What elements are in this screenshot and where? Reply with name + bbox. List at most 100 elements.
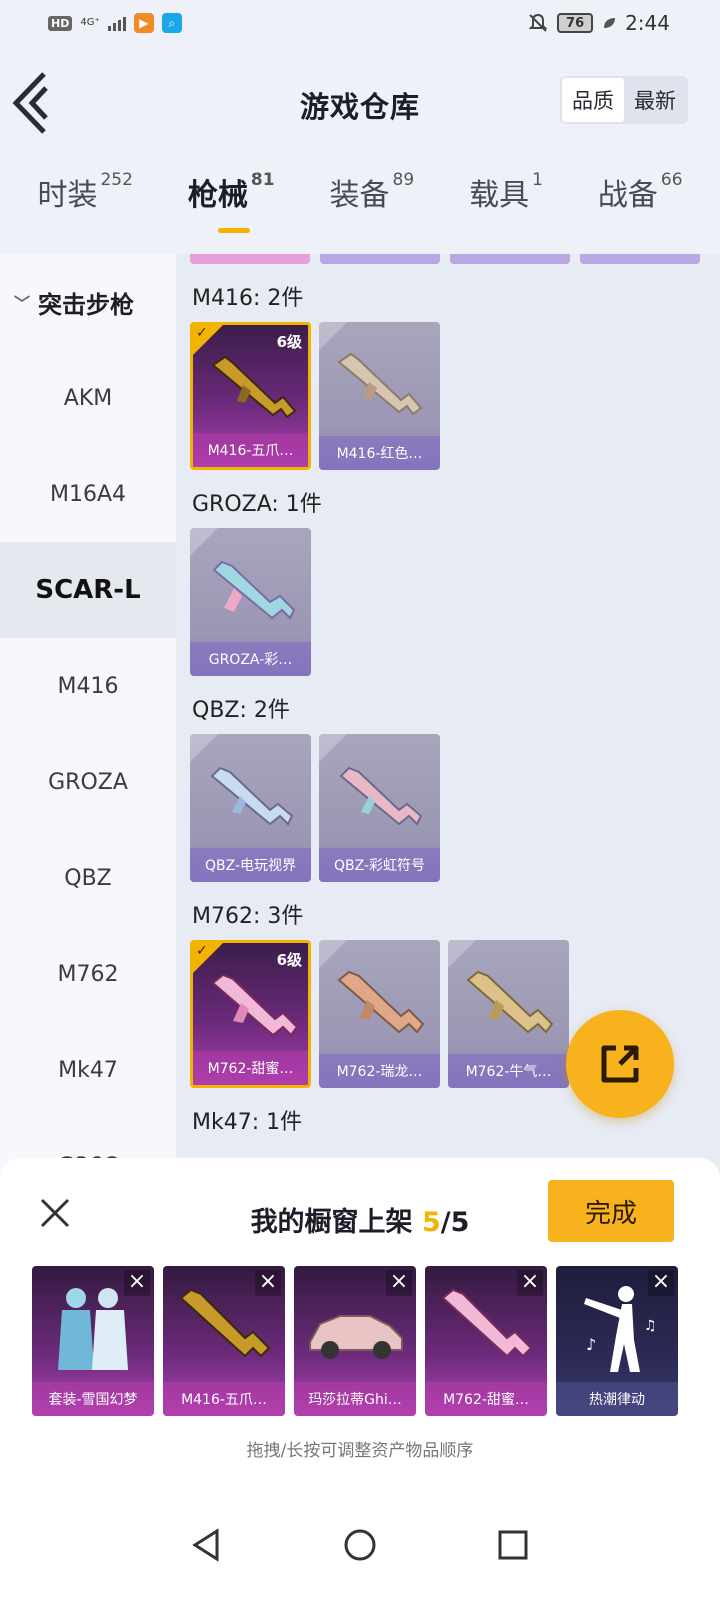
showcase-item[interactable]: × M762-甜蜜… <box>425 1266 547 1416</box>
showcase-item-name: M762-甜蜜… <box>425 1382 547 1416</box>
sheet-title-text: 我的橱窗上架 <box>250 1207 413 1238</box>
weapon-name: M762-甜蜜… <box>193 1051 308 1085</box>
video-app-icon: ▶ <box>133 13 154 33</box>
tab-fashion[interactable]: 时装 252 <box>37 170 132 250</box>
weapon-card[interactable]: ✓ 6级 M416-五爪… <box>190 322 311 470</box>
rifle-icon <box>466 970 554 1034</box>
page: HD 4G⁺ ▶ ⌕ 76 2:44 游戏仓库 品质 最新 时装 252 枪械 81… <box>0 0 720 1600</box>
tab-supplies[interactable]: 战备 66 <box>598 170 683 250</box>
weapon-category-sidebar: ﹀ 突击步枪 AKM M16A4 SCAR-L M416 GROZA QBZ M… <box>0 254 176 1179</box>
done-button[interactable]: 完成 <box>548 1180 674 1242</box>
showcase-count-total: /5 <box>440 1207 470 1238</box>
rifle-icon <box>211 355 297 419</box>
previous-row-edge <box>176 254 720 264</box>
hd-badge: HD <box>48 15 73 31</box>
weapon-card[interactable]: QBZ-电玩视界 <box>190 734 311 882</box>
remove-item-button[interactable]: × <box>386 1270 412 1296</box>
sort-toggle: 品质 最新 <box>560 76 688 124</box>
search-app-icon: ⌕ <box>161 13 182 33</box>
weapon-name: M416-红色… <box>319 436 440 470</box>
tab-label: 装备 <box>329 178 390 213</box>
weapon-card[interactable]: ✓ 6级 M762-甜蜜… <box>190 940 311 1088</box>
sidebar-item-m416[interactable]: M416 <box>0 638 176 734</box>
nav-recents-icon[interactable] <box>493 1525 533 1565</box>
tab-active-indicator <box>217 228 250 233</box>
weapon-name: M416-五爪… <box>193 433 308 467</box>
tab-label: 载具 <box>469 178 530 213</box>
tab-count: 1 <box>532 170 543 190</box>
group-label-groza: GROZA: 1件 <box>192 492 322 517</box>
showcase-item-name: M416-五爪… <box>163 1382 285 1416</box>
sort-quality-option[interactable]: 品质 <box>562 78 624 122</box>
rifle-icon <box>337 352 423 416</box>
weapon-card[interactable]: GROZA-彩… <box>190 528 311 676</box>
tab-vehicles[interactable]: 载具 1 <box>469 170 543 250</box>
tab-guns[interactable]: 枪械 81 <box>188 170 275 250</box>
rifle-icon <box>212 560 296 620</box>
weapon-card[interactable]: QBZ-彩虹符号 <box>319 734 440 882</box>
sidebar-item-mk47[interactable]: Mk47 <box>0 1022 176 1118</box>
group-label-m416: M416: 2件 <box>192 286 304 311</box>
category-group-header[interactable]: ﹀ 突击步枪 <box>0 254 176 350</box>
sidebar-item-m16a4[interactable]: M16A4 <box>0 446 176 542</box>
svg-text:♫: ♫ <box>644 1318 657 1334</box>
rifle-icon <box>211 973 299 1037</box>
signal-icon <box>107 15 126 31</box>
nav-back-icon[interactable] <box>187 1525 227 1565</box>
sidebar-item-groza[interactable]: GROZA <box>0 734 176 830</box>
tab-count: 66 <box>660 170 683 190</box>
remove-item-button[interactable]: × <box>648 1270 674 1296</box>
weapon-card[interactable]: M416-红色… <box>319 322 440 470</box>
sort-newest-option[interactable]: 最新 <box>624 78 686 122</box>
tab-count: 252 <box>100 170 133 190</box>
status-right: 76 2:44 <box>527 11 670 35</box>
showcase-shelf: × 套装-雪国幻梦 × M416-五爪… × 玛莎拉蒂Ghi… × M762-甜… <box>32 1266 678 1416</box>
showcase-item-name: 套装-雪国幻梦 <box>32 1382 154 1416</box>
battery-indicator: 76 <box>557 13 594 33</box>
remove-item-button[interactable]: × <box>255 1270 281 1296</box>
nav-home-icon[interactable] <box>340 1525 380 1565</box>
weapon-name: QBZ-彩虹符号 <box>319 848 440 882</box>
tab-label: 时装 <box>37 178 98 213</box>
showcase-item[interactable]: × 玛莎拉蒂Ghi… <box>294 1266 416 1416</box>
showcase-count-current: 5 <box>421 1207 441 1238</box>
weapon-name: M762-牛气… <box>448 1054 569 1088</box>
showcase-item[interactable]: × 套装-雪国幻梦 <box>32 1266 154 1416</box>
chevron-down-icon: ﹀ <box>14 294 31 313</box>
category-tabs: 时装 252 枪械 81 装备 89 载具 1 战备 66 <box>0 170 720 250</box>
showcase-item-name: 玛莎拉蒂Ghi… <box>294 1382 416 1416</box>
system-navigation-bar <box>0 1490 720 1600</box>
status-left: HD 4G⁺ ▶ ⌕ <box>48 13 182 33</box>
weapon-card[interactable]: M762-瑞龙… <box>319 940 440 1088</box>
showcase-item[interactable]: ♪ ♫ × 热潮律动 <box>556 1266 678 1416</box>
share-external-icon <box>601 1045 639 1083</box>
tab-label: 枪械 <box>187 178 248 213</box>
showcase-item[interactable]: × M416-五爪… <box>163 1266 285 1416</box>
item-grid-groza: GROZA-彩… <box>176 528 720 676</box>
remove-item-button[interactable]: × <box>517 1270 543 1296</box>
mute-bell-icon <box>528 13 548 32</box>
sidebar-item-akm[interactable]: AKM <box>0 350 176 446</box>
reorder-hint: 拖拽/长按可调整资产物品顺序 <box>246 1441 474 1461</box>
tab-count: 81 <box>250 170 275 190</box>
sidebar-item-qbz[interactable]: QBZ <box>0 830 176 926</box>
tab-count: 89 <box>392 170 415 190</box>
item-grid-m416: ✓ 6级 M416-五爪… M416-红色… <box>176 322 720 470</box>
share-button[interactable] <box>566 1010 674 1118</box>
rifle-icon <box>210 766 294 826</box>
sidebar-item-scar-l[interactable]: SCAR-L <box>0 542 176 638</box>
rifle-icon <box>337 970 425 1034</box>
network-label: 4G⁺ <box>80 17 100 28</box>
weapon-name: GROZA-彩… <box>190 642 311 676</box>
sidebar-item-m762[interactable]: M762 <box>0 926 176 1022</box>
remove-item-button[interactable]: × <box>124 1270 150 1296</box>
tab-label: 战备 <box>597 178 658 213</box>
tab-equipment[interactable]: 装备 89 <box>330 170 415 250</box>
group-label-m762: M762: 3件 <box>192 904 304 929</box>
showcase-item-name: 热潮律动 <box>556 1382 678 1416</box>
clock: 2:44 <box>625 11 670 35</box>
status-bar: HD 4G⁺ ▶ ⌕ 76 2:44 <box>0 0 720 46</box>
item-grid-qbz: QBZ-电玩视界 QBZ-彩虹符号 <box>176 734 720 882</box>
header: 游戏仓库 品质 最新 <box>0 54 720 150</box>
weapon-card[interactable]: M762-牛气… <box>448 940 569 1088</box>
